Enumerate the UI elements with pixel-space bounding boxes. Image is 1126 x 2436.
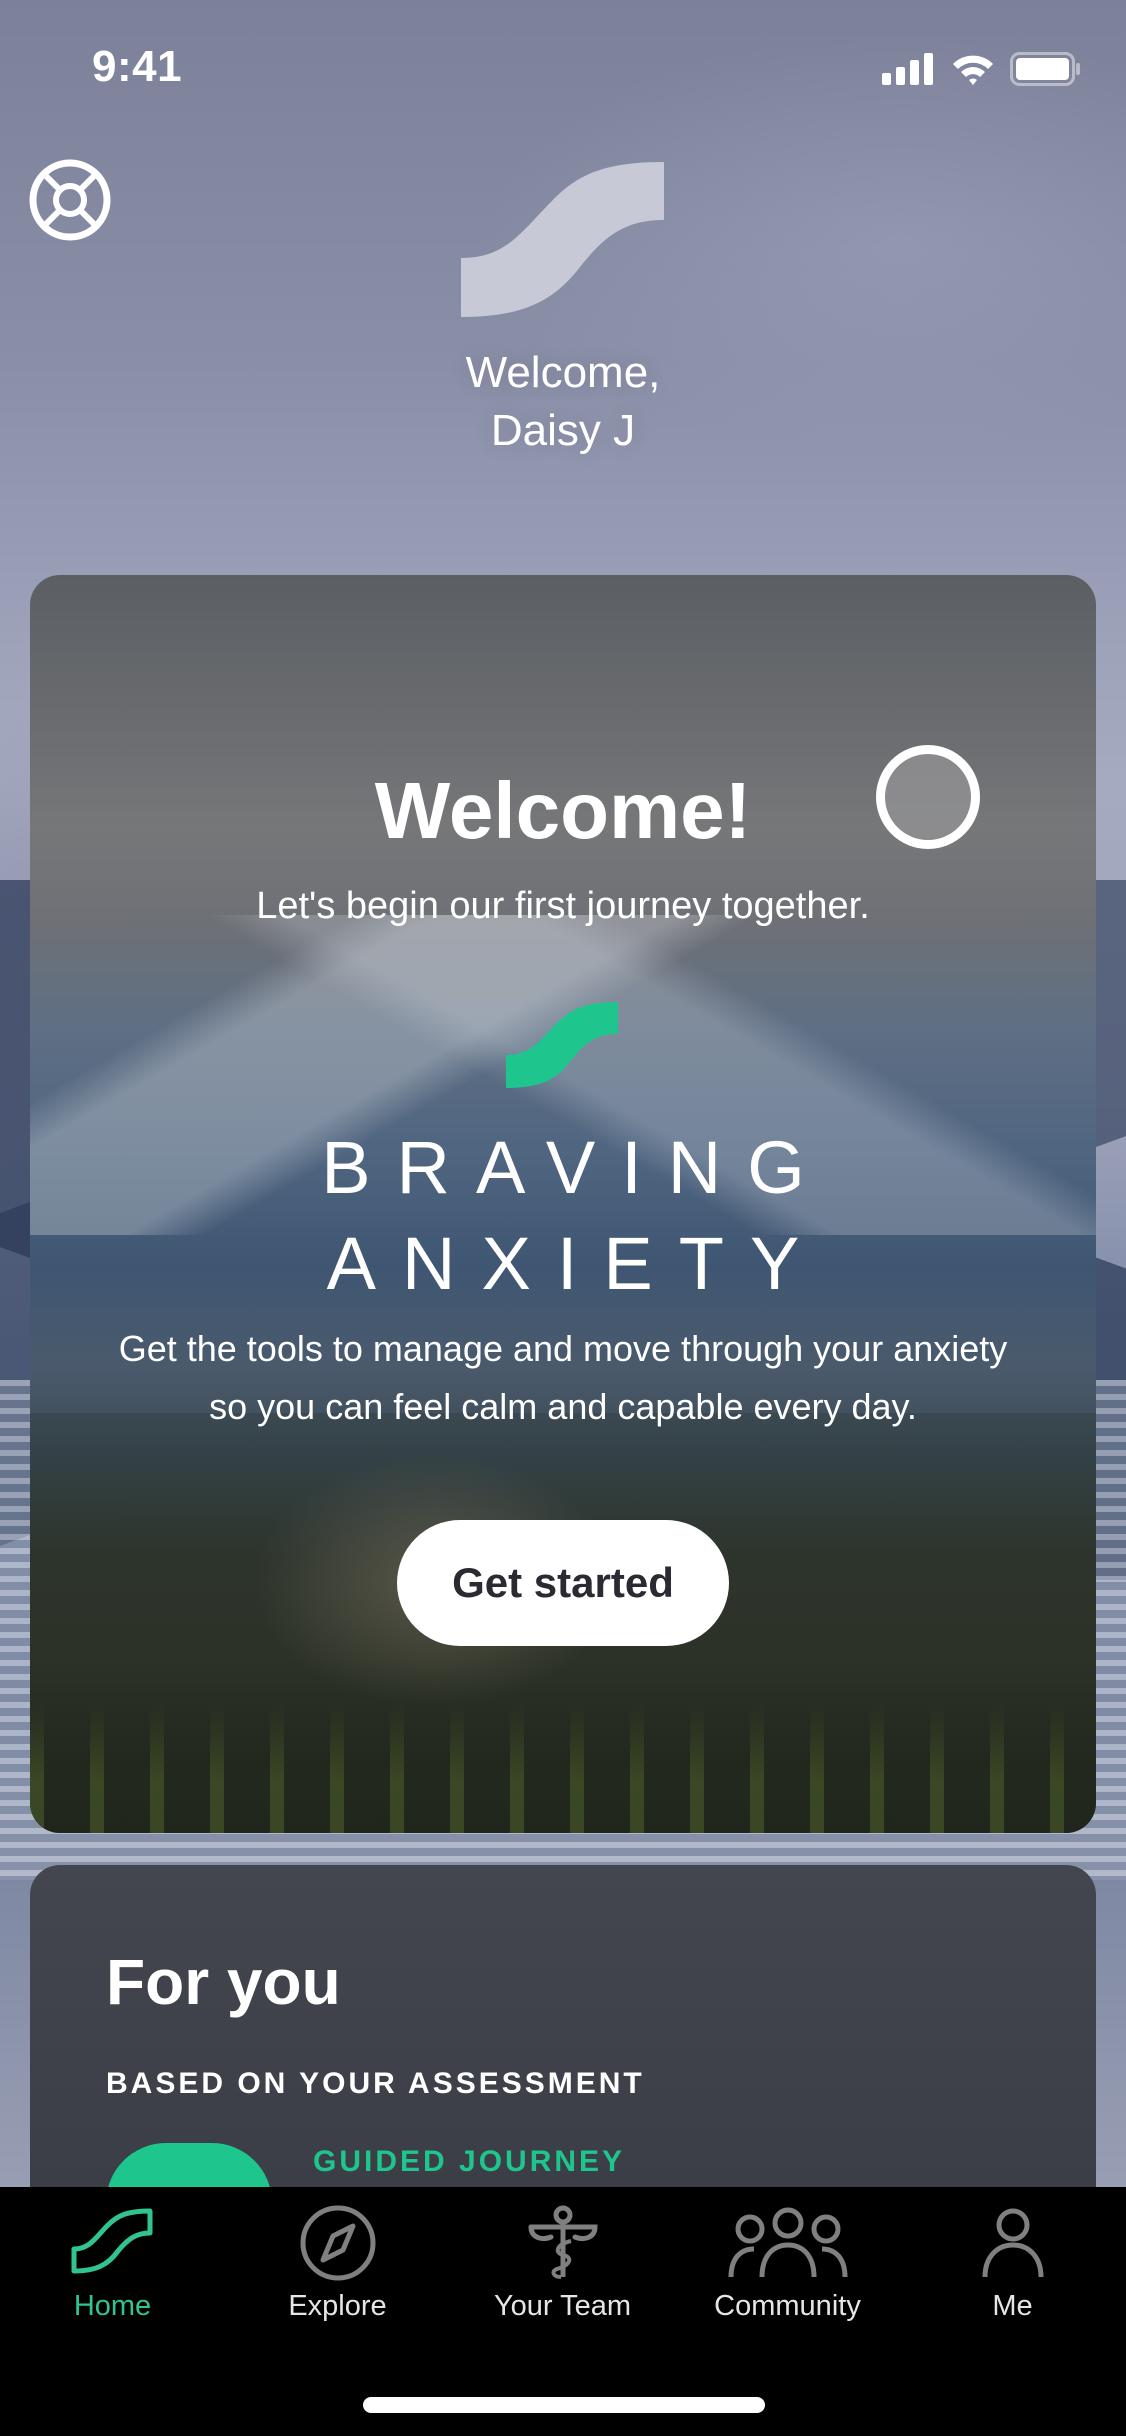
tab-home[interactable]: Home <box>0 2187 225 2337</box>
get-started-button[interactable]: Get started <box>397 1520 729 1646</box>
home-indicator[interactable] <box>363 2397 765 2413</box>
program-title: BRAVING ANXIETY <box>321 1126 831 1305</box>
status-bar: 9:41 <box>0 0 1126 130</box>
app-logo <box>461 162 664 317</box>
help-button[interactable] <box>28 158 112 242</box>
person-icon <box>982 2208 1043 2278</box>
greeting-line1: Welcome, <box>465 348 661 397</box>
group-icon <box>728 2207 847 2278</box>
greeting-user-name: Daisy J <box>490 406 636 455</box>
wifi-icon <box>953 55 993 85</box>
program-logo-icon <box>506 1002 618 1088</box>
status-icons <box>882 52 1082 86</box>
card-subtitle: Let's begin our first journey together. <box>256 885 870 927</box>
cellular-signal-icon <box>882 53 933 85</box>
tab-your-team[interactable]: Your Team <box>450 2187 675 2337</box>
tab-label: Explore <box>288 2290 387 2322</box>
program-description: Get the tools to manage and move through… <box>118 1328 1008 1427</box>
lifebuoy-icon <box>29 159 111 241</box>
card-title: Welcome! <box>374 766 752 855</box>
tab-label: Your Team <box>493 2290 632 2322</box>
tab-explore[interactable]: Explore <box>225 2187 450 2337</box>
tab-label: Me <box>992 2290 1033 2322</box>
greeting: Welcome, Daisy J <box>0 344 1126 460</box>
status-time: 9:41 <box>92 42 183 91</box>
battery-icon <box>1010 52 1080 86</box>
caduceus-icon <box>528 2205 598 2279</box>
for-you-subtitle: BASED ON YOUR ASSESSMENT <box>106 2067 645 2100</box>
tab-label: Community <box>714 2290 861 2322</box>
guided-journey-tag: GUIDED JOURNEY <box>313 2145 626 2178</box>
for-you-title: For you <box>106 1946 341 2018</box>
tab-me[interactable]: Me <box>900 2187 1125 2337</box>
compass-icon <box>300 2205 375 2281</box>
tab-label: Home <box>73 2290 152 2322</box>
tab-community[interactable]: Community <box>675 2187 900 2337</box>
welcome-program-card[interactable]: Welcome! Let's begin our first journey t… <box>30 575 1096 1833</box>
wave-icon <box>71 2208 152 2274</box>
